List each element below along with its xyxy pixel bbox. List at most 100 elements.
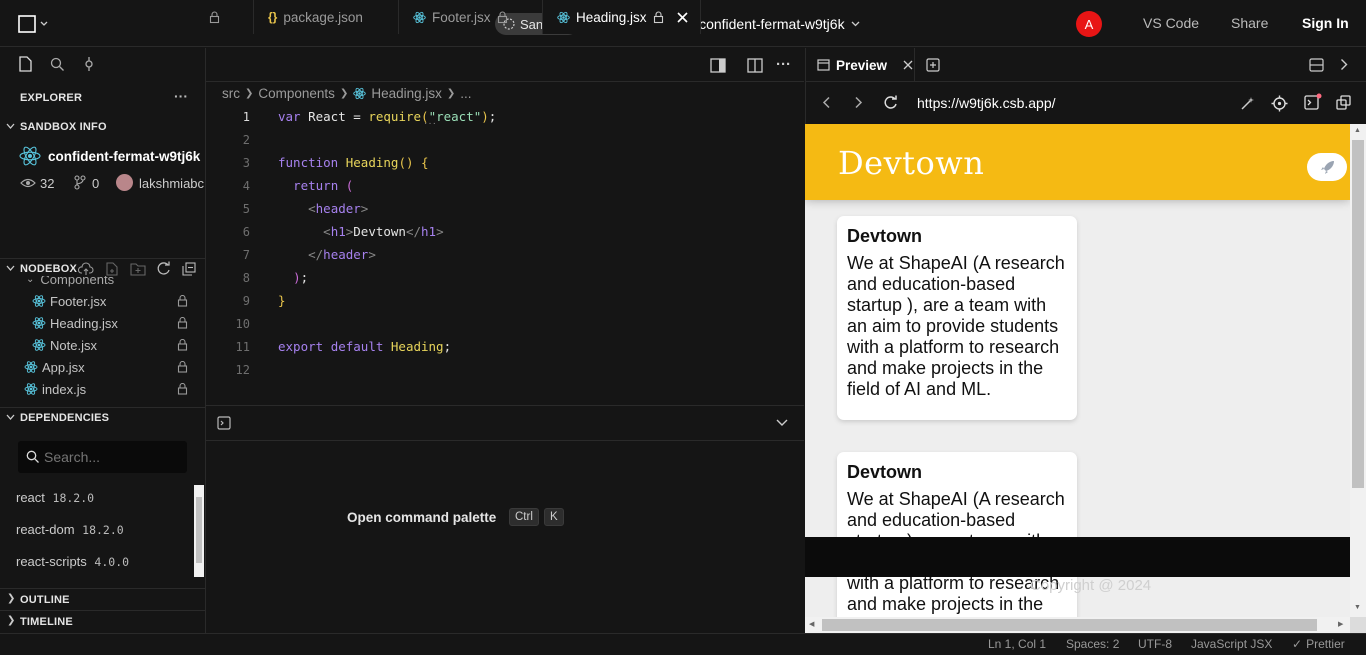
scroll-left-arrow[interactable]: ◀ bbox=[809, 620, 814, 628]
file-index[interactable]: index.js bbox=[24, 378, 202, 400]
dependency-search[interactable] bbox=[18, 441, 187, 473]
code-line[interactable]: 1 var React = require("react"); bbox=[224, 105, 497, 128]
tab-preview[interactable]: Preview bbox=[805, 48, 915, 82]
indentation[interactable]: Spaces: 2 bbox=[1066, 637, 1119, 651]
close-icon[interactable] bbox=[676, 11, 688, 23]
dependency-react-scripts[interactable]: react-scripts 4.0.0 bbox=[16, 554, 129, 569]
code-line[interactable]: 11 export default Heading; bbox=[224, 335, 452, 358]
chevron-down-icon[interactable] bbox=[6, 414, 15, 421]
chevron-down-icon bbox=[40, 21, 48, 26]
prettier-status[interactable]: ✓ Prettier bbox=[1292, 637, 1345, 651]
new-folder-icon[interactable] bbox=[130, 262, 146, 276]
scrollbar-thumb[interactable] bbox=[822, 619, 1317, 631]
encoding[interactable]: UTF-8 bbox=[1138, 637, 1172, 651]
scroll-right-arrow[interactable]: ▶ bbox=[1338, 620, 1343, 628]
lock-icon bbox=[497, 10, 507, 23]
breadcrumb-components[interactable]: Components bbox=[258, 86, 335, 101]
toggle-sidebar-icon[interactable] bbox=[710, 58, 726, 73]
dependencies-scrollbar[interactable] bbox=[194, 485, 204, 577]
tab-label: Footer.jsx bbox=[432, 9, 491, 25]
split-editor-icon[interactable] bbox=[747, 58, 763, 73]
tab-lock[interactable] bbox=[206, 0, 254, 34]
files-icon[interactable] bbox=[18, 56, 32, 72]
breadcrumb-src[interactable]: src bbox=[222, 86, 240, 101]
breadcrumb-more[interactable]: ... bbox=[460, 86, 471, 101]
chevron-right-icon: ❯ bbox=[339, 88, 349, 99]
chevron-down-icon[interactable] bbox=[6, 123, 15, 130]
breadcrumb-file[interactable]: Heading.jsx bbox=[371, 86, 442, 101]
dependency-react-dom[interactable]: react-dom 18.2.0 bbox=[16, 522, 124, 537]
nodebox-title[interactable]: NODEBOX bbox=[20, 263, 77, 275]
timeline-title[interactable]: TIMELINE bbox=[20, 616, 73, 628]
sandbox-info-title[interactable]: SANDBOX INFO bbox=[20, 121, 107, 133]
scrollbar-thumb[interactable] bbox=[196, 497, 202, 563]
explorer-more-button[interactable]: ··· bbox=[174, 88, 188, 104]
new-file-icon[interactable] bbox=[105, 262, 119, 276]
collapse-all-icon[interactable] bbox=[182, 262, 196, 276]
project-name[interactable]: confident-fermat-w9tj6k bbox=[699, 16, 845, 32]
dependencies-title[interactable]: DEPENDENCIES bbox=[20, 412, 109, 424]
git-commit-icon[interactable] bbox=[82, 56, 96, 72]
code-line[interactable]: 12 bbox=[224, 358, 250, 381]
chevron-down-icon[interactable] bbox=[6, 265, 15, 272]
add-tab-icon[interactable] bbox=[926, 58, 940, 72]
code-line[interactable]: 7 </header> bbox=[224, 243, 376, 266]
file-heading[interactable]: Heading.jsx bbox=[32, 312, 202, 334]
folder-components[interactable]: ⌄ Components bbox=[26, 276, 114, 288]
code-line[interactable]: 4 return ( bbox=[224, 174, 354, 197]
code-line[interactable]: 6 <h1>Devtown</h1> bbox=[224, 220, 444, 243]
reload-icon[interactable] bbox=[883, 95, 898, 110]
chevron-right-icon[interactable]: ❯ bbox=[7, 615, 15, 626]
tab-package-json[interactable]: {} package.json bbox=[254, 0, 399, 34]
file-note[interactable]: Note.jsx bbox=[32, 334, 202, 356]
back-arrow-icon[interactable] bbox=[822, 96, 831, 109]
rocket-button[interactable] bbox=[1307, 153, 1347, 181]
open-command-palette-label[interactable]: Open command palette bbox=[347, 510, 496, 525]
forward-arrow-icon[interactable] bbox=[854, 96, 863, 109]
file-footer[interactable]: Footer.jsx bbox=[32, 290, 202, 312]
console-icon[interactable] bbox=[1304, 93, 1323, 111]
code-line[interactable]: 3 function Heading() { bbox=[224, 151, 429, 174]
lock-icon bbox=[653, 10, 663, 23]
line-number: 1 bbox=[242, 109, 250, 124]
dependency-react[interactable]: react 18.2.0 bbox=[16, 490, 94, 505]
search-icon[interactable] bbox=[50, 57, 65, 72]
url-bar[interactable]: https://w9tj6k.csb.app/ bbox=[917, 95, 1056, 111]
user-avatar[interactable]: A bbox=[1076, 11, 1102, 37]
refresh-icon[interactable] bbox=[156, 261, 171, 276]
more-actions-icon[interactable]: ··· bbox=[776, 56, 791, 73]
share-button[interactable]: Share bbox=[1231, 15, 1268, 31]
crosshair-icon[interactable] bbox=[1271, 95, 1288, 112]
tab-heading-jsx[interactable]: Heading.jsx bbox=[543, 0, 701, 34]
lock-icon bbox=[177, 383, 188, 395]
code-line[interactable]: 5 <header> bbox=[224, 197, 369, 220]
file-label: Note.jsx bbox=[50, 337, 97, 353]
close-icon[interactable] bbox=[903, 60, 913, 70]
chevron-down-icon[interactable] bbox=[776, 419, 788, 427]
terminal-icon[interactable] bbox=[217, 416, 231, 430]
code-line[interactable]: 8 ); bbox=[224, 266, 308, 289]
code-line[interactable]: 9} bbox=[224, 289, 286, 312]
panel-layout-icon[interactable] bbox=[1309, 58, 1324, 72]
chevron-right-icon[interactable]: ❯ bbox=[7, 593, 15, 604]
code-line[interactable]: 10 bbox=[224, 312, 250, 335]
upload-cloud-icon[interactable] bbox=[78, 262, 94, 276]
tab-footer-jsx[interactable]: Footer.jsx bbox=[399, 0, 543, 34]
dependency-search-input[interactable] bbox=[44, 448, 179, 466]
outline-title[interactable]: OUTLINE bbox=[20, 594, 70, 606]
open-new-window-icon[interactable] bbox=[1336, 95, 1352, 111]
scroll-down-arrow[interactable]: ▼ bbox=[1354, 604, 1361, 611]
chevron-right-icon[interactable] bbox=[1340, 58, 1348, 71]
owner-name[interactable]: lakshmiabc1980 bbox=[139, 176, 205, 191]
file-app[interactable]: App.jsx bbox=[24, 356, 202, 378]
sign-in-button[interactable]: Sign In bbox=[1302, 15, 1349, 31]
magic-wand-icon[interactable] bbox=[1240, 96, 1255, 111]
scrollbar-thumb[interactable] bbox=[1352, 140, 1364, 488]
code-line[interactable]: 2 bbox=[224, 128, 250, 151]
language-mode[interactable]: JavaScript JSX bbox=[1191, 637, 1272, 651]
vscode-button[interactable]: VS Code bbox=[1143, 15, 1199, 31]
main-menu-button[interactable] bbox=[18, 14, 52, 34]
cursor-position[interactable]: Ln 1, Col 1 bbox=[988, 637, 1046, 651]
black-overlay-bar bbox=[805, 537, 1366, 577]
scroll-up-arrow[interactable]: ▲ bbox=[1354, 127, 1361, 134]
